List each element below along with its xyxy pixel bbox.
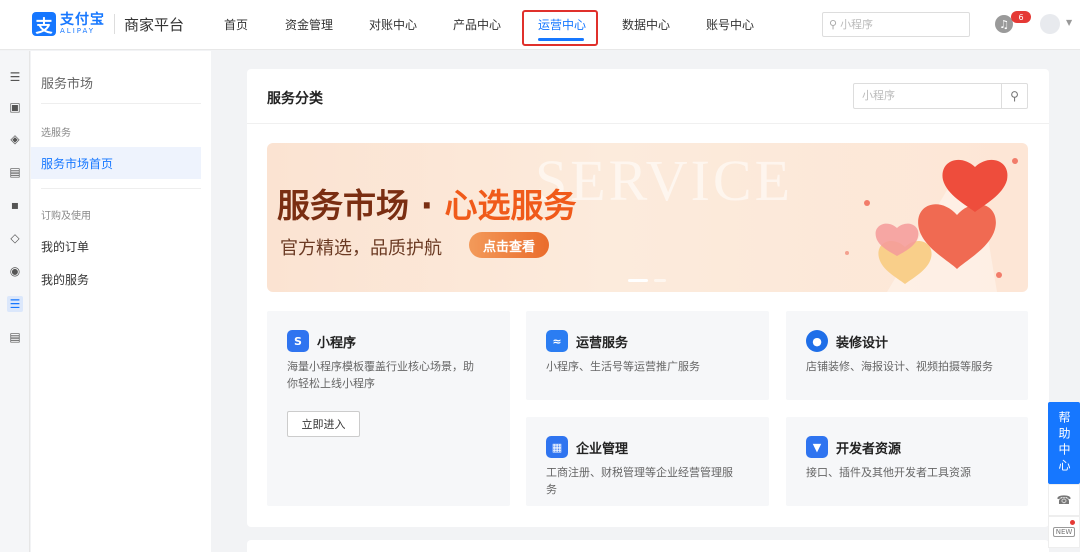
hearts-illustration [845,158,1018,292]
service-tile-title: 开发者资源 [836,441,902,457]
help-center-label: 帮助中心 [1057,411,1071,475]
service-tile-enterprise[interactable]: ▦ 企业管理 工商注册、财税管理等企业经营管理服 务 [526,417,769,506]
service-tile-desc: 海量小程序模板覆盖行业核心场景，助 你轻松上线小程序 [287,360,474,390]
nav-products[interactable]: 产品中心 [453,16,501,33]
developer-icon: ▼ [806,436,828,458]
headset-icon[interactable]: ☎ [1048,484,1080,516]
side-menu-group-label: 选服务 [41,128,71,139]
service-tile-desc: 接口、插件及其他开发者工具资源 [806,466,971,479]
service-tile-desc: 店铺装修、海报设计、视频拍摄等服务 [806,360,993,373]
service-tile-operations[interactable]: ≈ 运营服务 小程序、生活号等运营推广服务 [526,311,769,400]
side-menu-divider [41,188,201,189]
new-label: NEW [1052,527,1076,537]
service-tile-title: 装修设计 [836,335,889,351]
service-tile-title: 企业管理 [576,441,629,457]
product-icon[interactable]: ◈ [7,131,23,147]
nav-reconciliation[interactable]: 对账中心 [369,16,417,33]
side-menu-divider [41,103,201,104]
top-bar: 支 支付宝 ALIPAY 商家平台 首页 资金管理 对账中心 产品中心 运营中心… [0,0,1080,50]
side-menu: 服务市场 选服务 服务市场首页 订购及使用 我的订单 我的服务 [31,51,211,552]
alipay-logo-icon: 支 [32,12,56,37]
settings-icon[interactable]: ◉ [7,263,23,279]
chart-icon: ≈ [546,330,568,352]
enterprise-icon: ▦ [546,436,568,458]
banner-headline-main: 服务市场 · [277,186,445,225]
service-tile-desc: 工商注册、财税管理等企业经营管理服 务 [546,466,733,496]
logo-divider [114,14,115,34]
service-tile-developer[interactable]: ▼ 开发者资源 接口、插件及其他开发者工具资源 [786,417,1028,506]
page-title: 服务分类 [267,91,323,107]
service-tile-design[interactable]: ● 装修设计 店铺装修、海报设计、视频拍摄等服务 [786,311,1028,400]
search-icon: ⚲ [1010,89,1019,103]
platform-name: 商家平台 [124,15,185,34]
dashboard-icon[interactable]: ▣ [7,99,23,115]
side-menu-item-my-orders[interactable]: 我的订单 [31,230,201,262]
side-menu-item-market-home[interactable]: 服务市场首页 [31,147,201,179]
top-search-box[interactable]: ⚲ [822,12,970,37]
next-section-card [247,540,1049,552]
nav-funds[interactable]: 资金管理 [285,16,333,33]
nav-account[interactable]: 账号中心 [706,16,754,33]
help-center-button[interactable]: 帮助中心 [1048,402,1080,484]
nav-data[interactable]: 数据中心 [622,16,670,33]
search-button[interactable]: ⚲ [1001,84,1027,108]
banner-cta-button[interactable]: 点击查看 [469,232,550,258]
category-search-input[interactable] [854,84,1001,108]
list-icon[interactable]: ☰ [7,296,23,312]
new-icon[interactable]: NEW [1048,516,1080,548]
service-tile-mini-program[interactable]: S 小程序 海量小程序模板覆盖行业核心场景，助 你轻松上线小程序 立即进入 [267,311,510,506]
top-search-input[interactable] [840,18,961,31]
notification-badge: 6 [1011,11,1031,23]
category-search-box[interactable]: ⚲ [853,83,1028,109]
brand-logo[interactable]: 支 支付宝 ALIPAY 商家平台 [32,12,185,37]
mini-program-icon: S [287,330,309,352]
new-indicator-dot [1070,520,1075,525]
service-tile-title: 运营服务 [576,335,629,351]
icon-rail: ☰ ▣ ◈ ▤ ▪ ◇ ◉ ☰ ▤ [0,51,30,552]
document-icon[interactable]: ▤ [7,164,23,180]
avatar[interactable] [1040,14,1060,34]
brand-cn-name: 支付宝 [60,12,105,28]
chevron-down-icon[interactable]: ▼ [1066,18,1072,27]
brand-en-name: ALIPAY [60,27,96,35]
nav-home[interactable]: 首页 [224,16,248,33]
basket-icon[interactable]: ▪ [7,197,23,213]
list-icon[interactable]: ▤ [7,329,23,345]
carousel-dot-active[interactable] [628,279,648,282]
menu-icon[interactable]: ☰ [7,69,23,85]
card-divider [247,123,1049,124]
banner-subline: 官方精选，品质护航 [280,238,442,259]
service-tile-title: 小程序 [317,335,357,351]
promo-banner[interactable]: SERVICE 服务市场 · 心选服务 官方精选，品质护航 点击查看 [267,143,1028,292]
service-tile-desc: 小程序、生活号等运营推广服务 [546,360,700,373]
service-category-card: 服务分类 ⚲ SERVICE 服务市场 · 心选服务 官方精选，品质护航 点击查… [247,69,1049,527]
side-menu-item-my-services[interactable]: 我的服务 [31,263,201,295]
banner-headline: 服务市场 · 心选服务 [277,179,577,227]
search-icon: ⚲ [829,18,838,31]
side-menu-title: 服务市场 [41,77,94,92]
palette-icon: ● [806,330,828,352]
enter-button[interactable]: 立即进入 [287,411,360,437]
active-nav-underline [538,38,584,41]
banner-headline-highlight: 心选服务 [444,186,577,225]
side-menu-group-label: 订购及使用 [41,211,91,222]
carousel-dot[interactable] [654,279,666,282]
package-icon[interactable]: ◇ [7,230,23,246]
